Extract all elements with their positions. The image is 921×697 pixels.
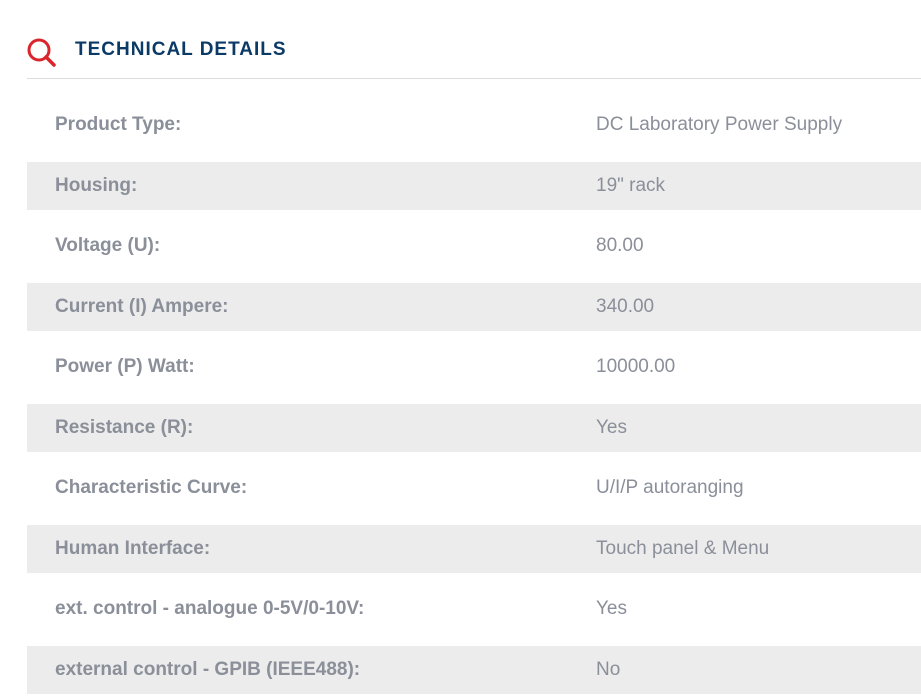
table-row: Human Interface: Touch panel & Menu <box>27 524 921 573</box>
table-row: Housing: 19" rack <box>27 161 921 210</box>
table-row: Current (I) Ampere: 340.00 <box>27 282 921 331</box>
table-row: Resistance (R): Yes <box>27 403 921 452</box>
section-header: TECHNICAL DETAILS <box>0 0 921 79</box>
row-value: Yes <box>596 598 627 619</box>
details-table: Product Type: DC Laboratory Power Supply… <box>27 101 921 697</box>
header-divider <box>27 78 921 79</box>
table-row: Product Type: DC Laboratory Power Supply <box>27 101 921 149</box>
row-value: 80.00 <box>596 235 644 256</box>
table-row: external control - GPIB (IEEE488): No <box>27 645 921 694</box>
row-value: Yes <box>596 416 627 438</box>
row-label: Human Interface: <box>55 537 211 559</box>
row-value: 10000.00 <box>596 356 676 377</box>
table-row: Voltage (U): 80.00 <box>27 222 921 270</box>
technical-details-page: TECHNICAL DETAILS Product Type: DC Labor… <box>0 0 921 697</box>
row-label: external control - GPIB (IEEE488): <box>55 658 361 680</box>
row-value: 340.00 <box>596 295 655 317</box>
section-title: TECHNICAL DETAILS <box>75 39 287 60</box>
row-label: ext. control - analogue 0-5V/0-10V: <box>55 598 365 619</box>
search-icon <box>26 37 58 69</box>
row-value: No <box>596 658 621 680</box>
row-value: DC Laboratory Power Supply <box>596 114 843 135</box>
row-label: Current (I) Ampere: <box>55 295 229 317</box>
row-label: Product Type: <box>55 114 182 135</box>
table-row: Power (P) Watt: 10000.00 <box>27 343 921 391</box>
row-label: Power (P) Watt: <box>55 356 195 377</box>
table-row: Characteristic Curve: U/I/P autoranging <box>27 464 921 512</box>
row-label: Housing: <box>55 174 138 196</box>
row-value: Touch panel & Menu <box>596 537 770 559</box>
row-label: Characteristic Curve: <box>55 477 248 498</box>
row-value: U/I/P autoranging <box>596 477 744 498</box>
row-label: Voltage (U): <box>55 235 161 256</box>
table-row: ext. control - analogue 0-5V/0-10V: Yes <box>27 585 921 633</box>
row-label: Resistance (R): <box>55 416 194 438</box>
row-value: 19" rack <box>596 174 666 196</box>
